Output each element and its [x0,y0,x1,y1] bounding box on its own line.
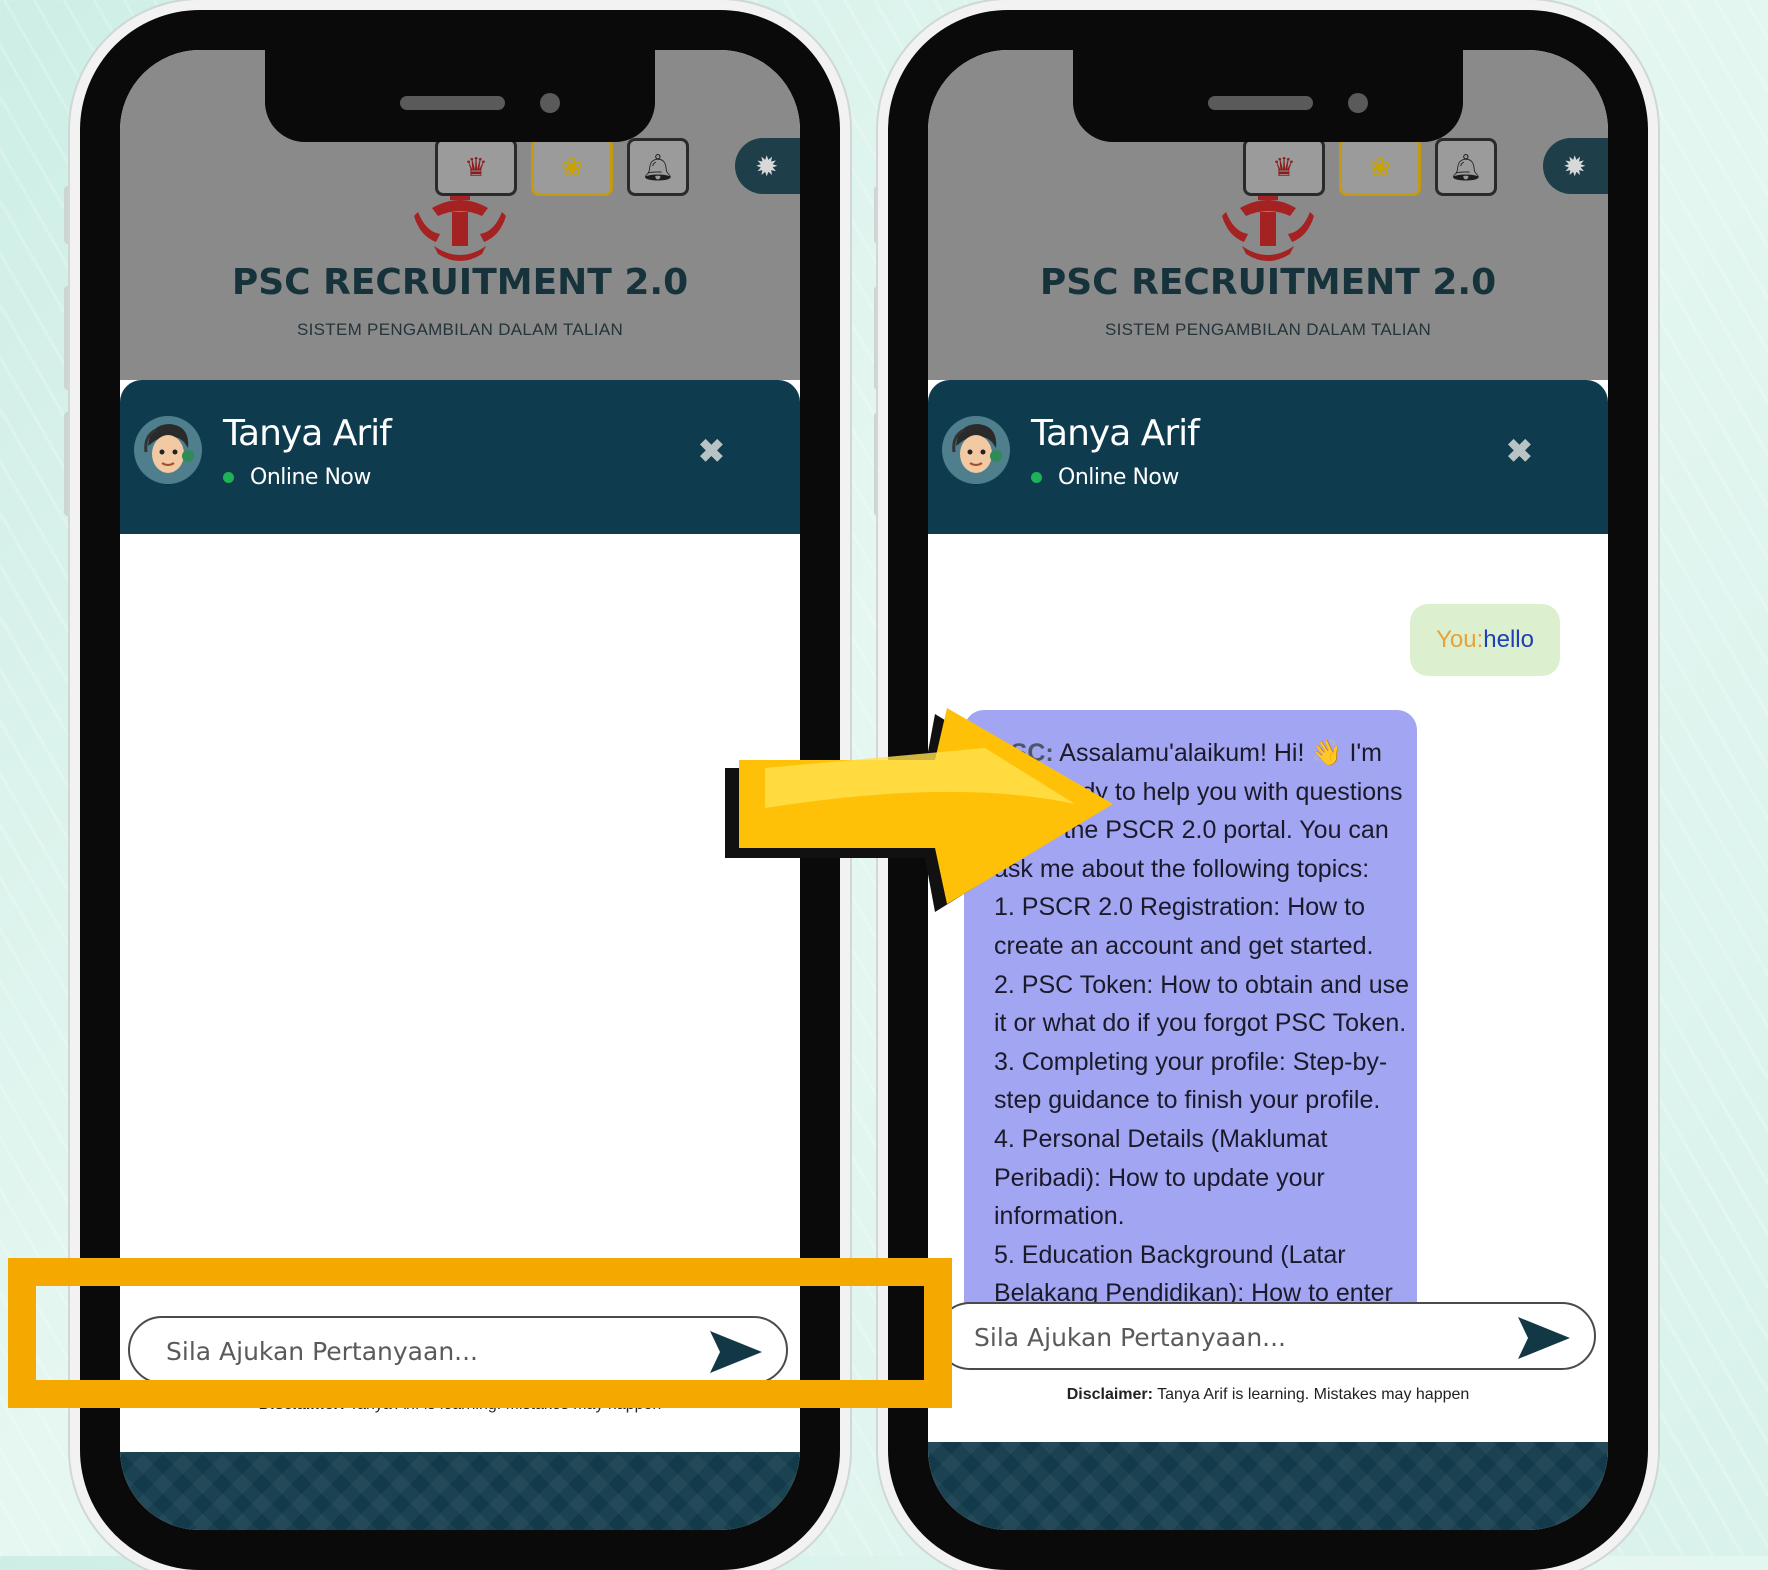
online-indicator [223,472,234,483]
flower-icon: ❀ [1369,151,1391,182]
brand-title: PSC RECRUITMENT 2.0 [1039,262,1497,303]
flower-button[interactable]: ❀ [531,138,613,196]
bot-message-line: it or what do if you forgot PSC Token. [994,1009,1407,1038]
flower-button[interactable]: ❀ [1339,138,1421,196]
bot-message-line: create an account and get started. [994,931,1374,960]
bot-name: Tanya Arif [223,413,392,454]
message-area: You:hello PSC: Assalamu'alaikum! Hi! 👋 I… [928,534,1608,1334]
user-message-bubble: You:hello [1410,604,1560,676]
footer-pattern [120,1452,800,1530]
yellow-arrow-icon [725,708,1113,912]
phone-side-button [874,286,884,390]
phone-notch [265,50,655,142]
online-indicator [1031,472,1042,483]
chat-header: Tanya Arif Online Now ✖ [928,380,1608,534]
flower-icon: ❀ [561,151,583,182]
bot-avatar [942,416,1010,484]
close-icon[interactable]: ✖ [698,432,725,470]
site-header: ♛ ❀ 🔔︎ ✹ PSC RECRUITMENT 2.0 SISTEM PENG… [120,50,800,380]
input-highlight-box [8,1258,952,1408]
bot-message-line: Peribadi): How to update your [994,1163,1325,1192]
bell-icon: 🔔︎ [641,151,675,182]
chat-input[interactable] [972,1316,1476,1358]
phone-side-button [64,412,74,516]
send-arrow-icon[interactable] [1516,1315,1572,1361]
brand-subtitle: SISTEM PENGAMBILAN DALAM TALIAN [296,320,624,339]
bot-message-line: 5. Education Background (Latar [994,1240,1346,1269]
sun-icon: ✹ [1563,150,1587,182]
header-icon-bar: ♛ ❀ 🔔︎ [435,138,689,196]
bot-message-line: 4. Personal Details (Maklumat [994,1124,1328,1153]
phone-side-button [874,412,884,516]
crest-button[interactable]: ♛ [435,138,517,196]
bot-message-line: information. [994,1202,1125,1231]
phone-side-button [64,286,74,390]
bot-avatar [134,416,202,484]
message-area [120,534,800,1334]
bell-icon: 🔔︎ [1449,151,1483,182]
phone-side-button [64,186,74,244]
disclaimer: Disclaimer: Tanya Arif is learning. Mist… [928,1386,1608,1404]
footer-pattern [928,1442,1608,1530]
theme-toggle[interactable]: ✹ [1543,138,1608,194]
bot-message-line: 2. PSC Token: How to obtain and use [994,970,1410,999]
close-icon[interactable]: ✖ [1506,432,1533,470]
crest-button[interactable]: ♛ [1243,138,1325,196]
phone-notch [1073,50,1463,142]
chat-input-row [936,1302,1596,1370]
bot-status: Online Now [1058,465,1179,490]
notification-button[interactable]: 🔔︎ [1435,138,1497,196]
sun-icon: ✹ [755,150,779,182]
notification-button[interactable]: 🔔︎ [627,138,689,196]
site-header: ♛ ❀ 🔔︎ ✹ PSC RECRUITMENT 2.0 SISTEM PENG… [928,50,1608,380]
crest-icon: ♛ [1272,151,1296,182]
user-message-text: hello [1483,626,1534,653]
bot-status: Online Now [250,465,371,490]
bot-message-line: 3. Completing your profile: Step-by- [994,1047,1388,1076]
chat-header: Tanya Arif Online Now ✖ [120,380,800,534]
bot-name: Tanya Arif [1031,413,1200,454]
disclaimer-text: Tanya Arif is learning. Mistakes may hap… [1157,1386,1470,1403]
user-label: You: [1436,626,1484,653]
brand-subtitle: SISTEM PENGAMBILAN DALAM TALIAN [1104,320,1432,339]
bot-message-line: step guidance to finish your profile. [994,1086,1381,1115]
header-icon-bar: ♛ ❀ 🔔︎ [1243,138,1497,196]
brand-title: PSC RECRUITMENT 2.0 [231,262,689,303]
theme-toggle[interactable]: ✹ [735,138,800,194]
disclaimer-label: Disclaimer: [1066,1386,1153,1403]
phone-side-button [874,186,884,244]
crest-icon: ♛ [464,151,488,182]
